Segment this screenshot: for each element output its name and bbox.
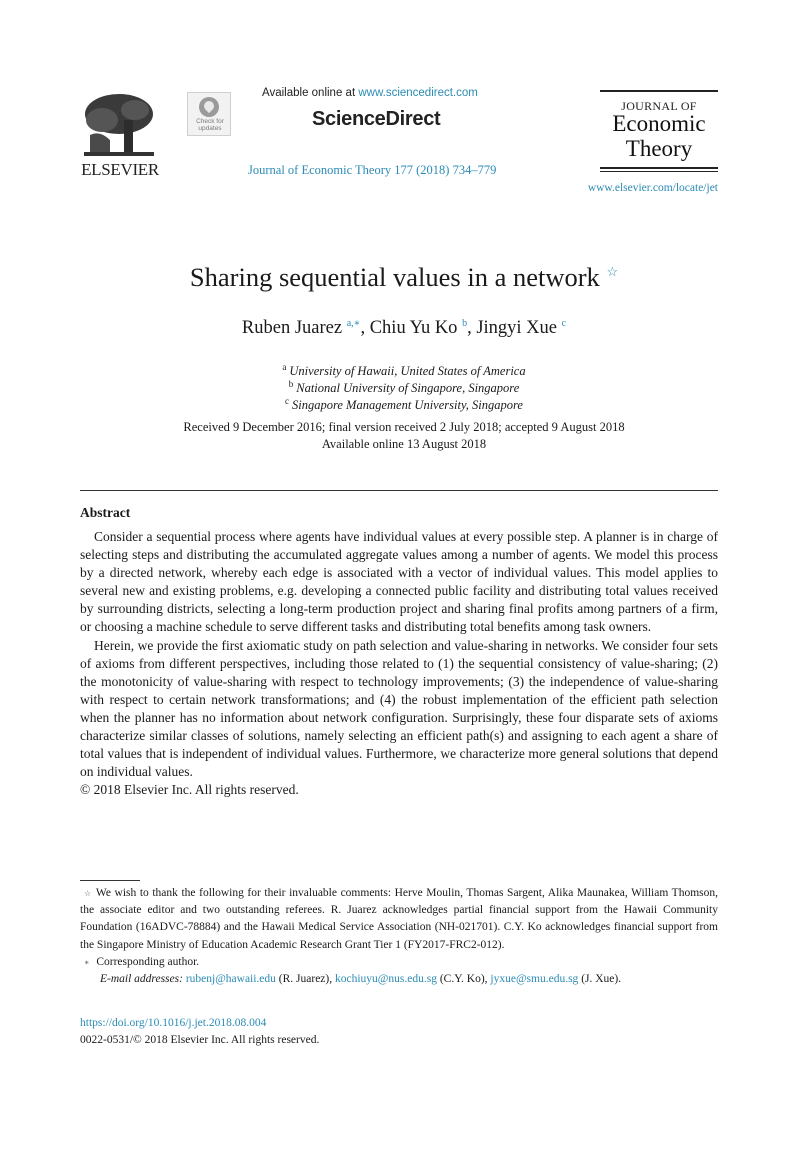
author-name: Chiu Yu Ko xyxy=(369,318,458,339)
email-addresses: E-mail addresses: rubenj@hawaii.edu (R. … xyxy=(100,973,622,986)
email-link[interactable]: rubenj@hawaii.edu xyxy=(186,973,276,985)
abstract-body: Consider a sequential process where agen… xyxy=(80,528,718,799)
affiliation: c Singapore Management University, Singap… xyxy=(285,396,523,413)
author-affiliation-mark[interactable]: b xyxy=(462,318,467,329)
author-name: Ruben Juarez xyxy=(241,318,343,339)
abstract-paragraph: Herein, we provide the first axiomatic s… xyxy=(80,637,718,780)
affiliation: b National University of Singapore, Singa… xyxy=(288,379,520,396)
abstract-divider xyxy=(80,490,718,492)
acknowledgement-footnote: ☆ We wish to thank the following for thei… xyxy=(80,887,719,951)
author-affiliation-mark[interactable]: a,∗ xyxy=(347,318,361,329)
affiliation: a University of Hawaii, United States of … xyxy=(282,362,526,379)
footnotes: ☆ We wish to thank the following for thei… xyxy=(80,885,718,988)
author-list: Ruben Juarez a,∗, Chiu Yu Ko b, Jingyi X… xyxy=(241,318,567,339)
star-icon: ☆ xyxy=(84,889,92,898)
issn-copyright: 0022-0531/© 2018 Elsevier Inc. All right… xyxy=(80,1034,320,1046)
publisher-name: ELSEVIER xyxy=(81,160,159,179)
title-note-star-icon[interactable]: ☆ xyxy=(606,264,618,279)
journal-logo-line3: Theory xyxy=(625,136,693,161)
available-online-date: Available online 13 August 2018 xyxy=(321,437,487,451)
sciencedirect-logo: ScienceDirect xyxy=(312,108,441,130)
footnote-divider xyxy=(80,880,140,881)
journal-homepage-link[interactable]: www.elsevier.com/locate/jet xyxy=(560,182,718,194)
article-history: Received 9 December 2016; final version … xyxy=(0,419,808,453)
journal-logo-rule xyxy=(600,167,718,169)
abstract-copyright: © 2018 Elsevier Inc. All rights reserved… xyxy=(80,782,299,798)
crossmark-icon xyxy=(199,97,219,117)
available-online: Available online at www.sciencedirect.co… xyxy=(262,87,478,99)
doi-link[interactable]: https://doi.org/10.1016/j.jet.2018.08.00… xyxy=(80,1017,266,1029)
email-link[interactable]: jyxue@smu.edu.sg xyxy=(490,973,578,985)
journal-logo-line2: Economic xyxy=(612,111,706,136)
author-name: Jingyi Xue xyxy=(476,318,557,339)
journal-logo-rule xyxy=(600,90,718,92)
email-label: E-mail addresses: xyxy=(100,973,183,986)
check-for-updates-button[interactable]: Check for updates xyxy=(187,92,231,136)
article-title: Sharing sequential values in a network ☆ xyxy=(189,262,619,292)
check-updates-label: Check for xyxy=(196,118,224,125)
corresponding-author-footnote: ∗ Corresponding author. xyxy=(84,955,200,968)
received-dates: Received 9 December 2016; final version … xyxy=(183,420,625,434)
abstract-paragraph: Consider a sequential process where agen… xyxy=(80,529,718,635)
sciencedirect-link[interactable]: www.sciencedirect.com xyxy=(358,87,478,99)
check-updates-label-2: updates xyxy=(198,125,222,132)
email-link[interactable]: kochiuyu@nus.edu.sg xyxy=(335,973,437,985)
journal-reference-link[interactable]: Journal of Economic Theory 177 (2018) 73… xyxy=(248,163,496,178)
journal-logo-rule xyxy=(600,171,718,172)
abstract-heading: Abstract xyxy=(80,505,131,520)
asterisk-icon: ∗ xyxy=(84,957,90,967)
author-affiliation-mark[interactable]: c xyxy=(562,318,566,329)
